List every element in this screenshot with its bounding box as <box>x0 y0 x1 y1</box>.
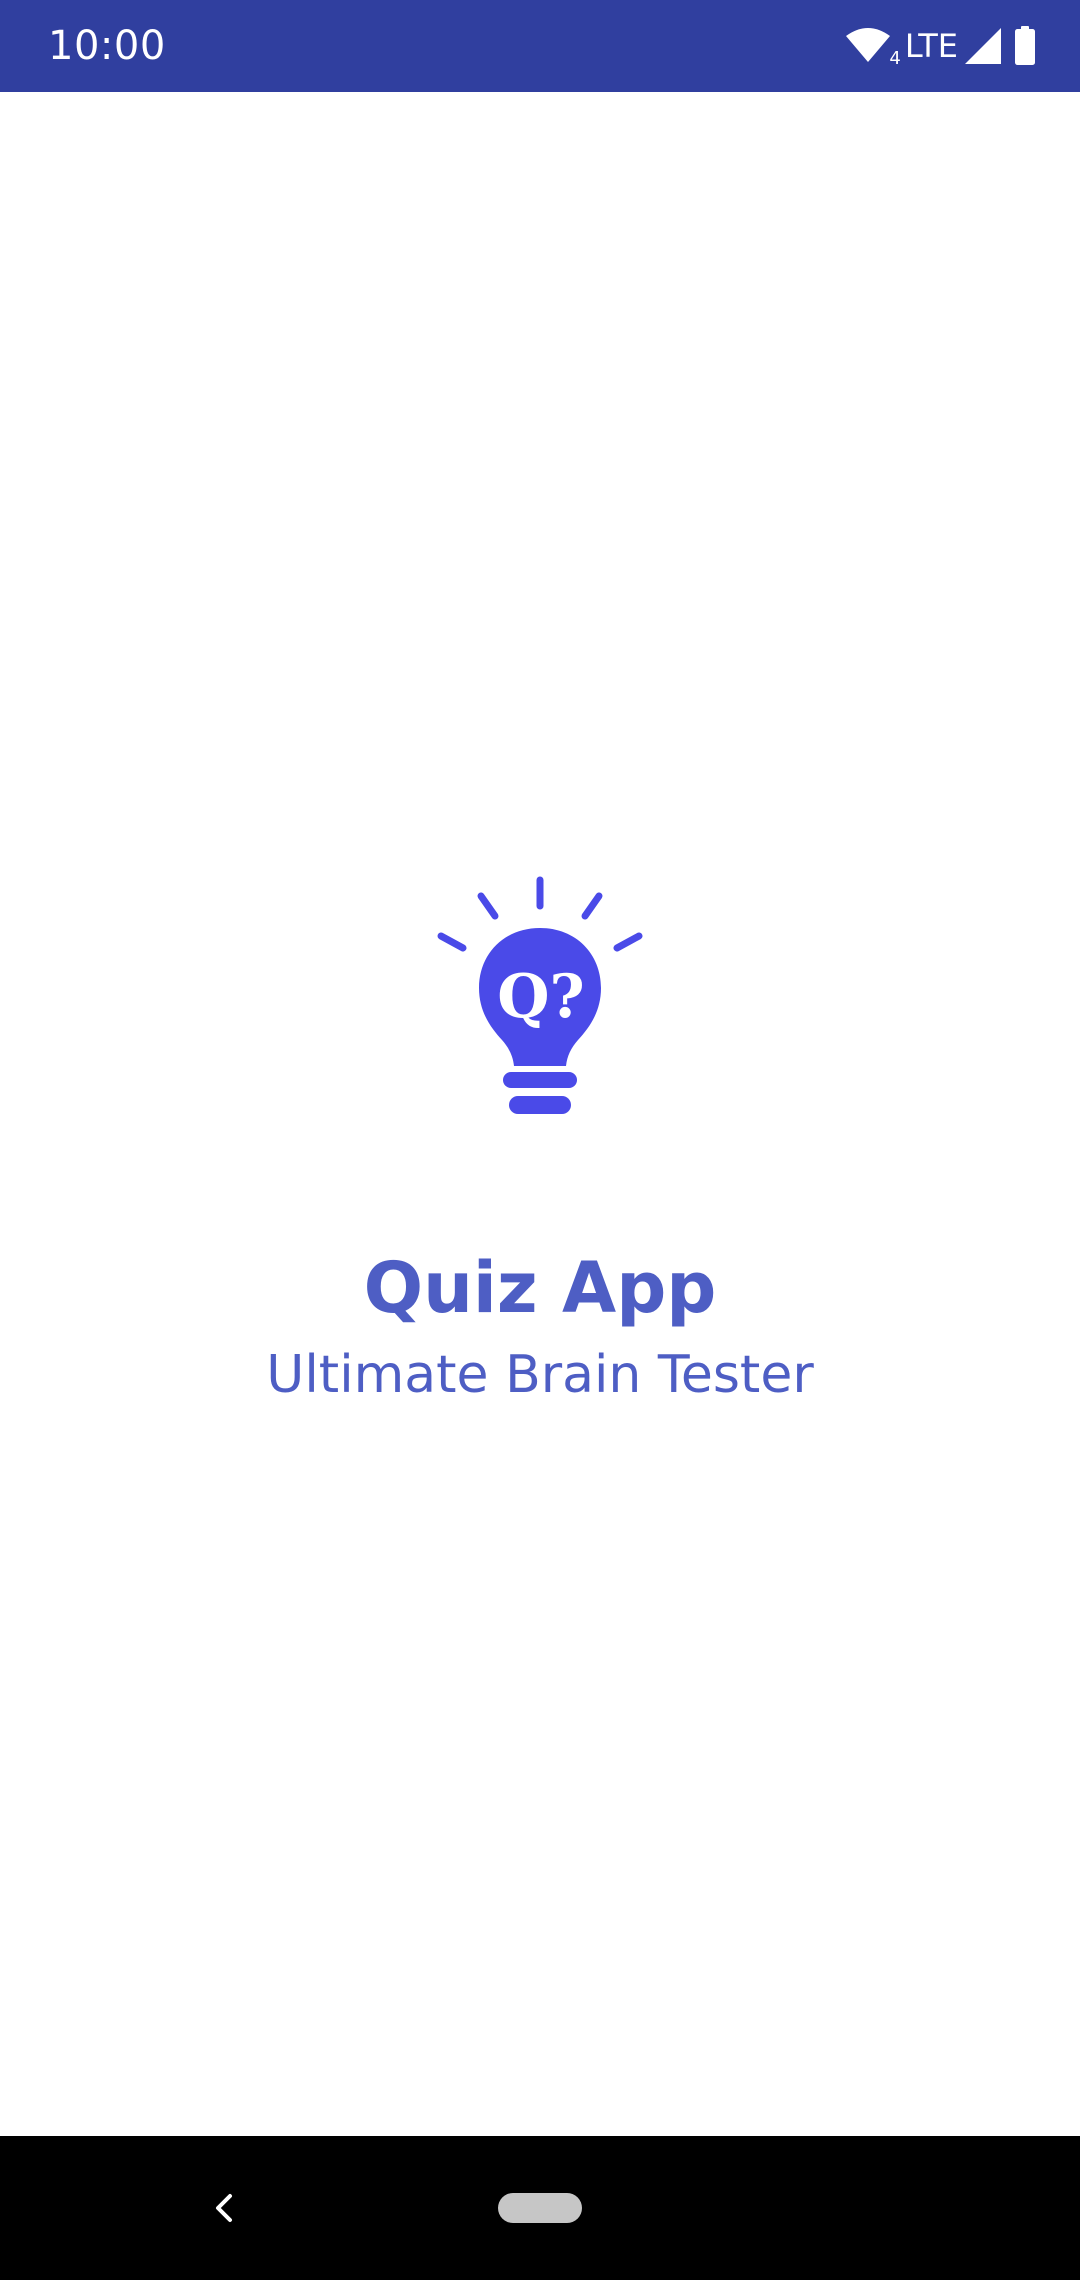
back-icon[interactable] <box>200 2182 248 2234</box>
app-subtitle: Ultimate Brain Tester <box>266 1345 814 1405</box>
lightbulb-question-icon: Q? <box>437 876 643 1114</box>
home-pill-icon[interactable] <box>498 2193 582 2223</box>
splash-screen: Q? Quiz App Ultimate Brain Tester <box>0 0 1080 2280</box>
app-title: Quiz App <box>363 1247 717 1329</box>
logo-text: Q? <box>497 962 584 1032</box>
navigation-bar <box>0 2136 1080 2280</box>
